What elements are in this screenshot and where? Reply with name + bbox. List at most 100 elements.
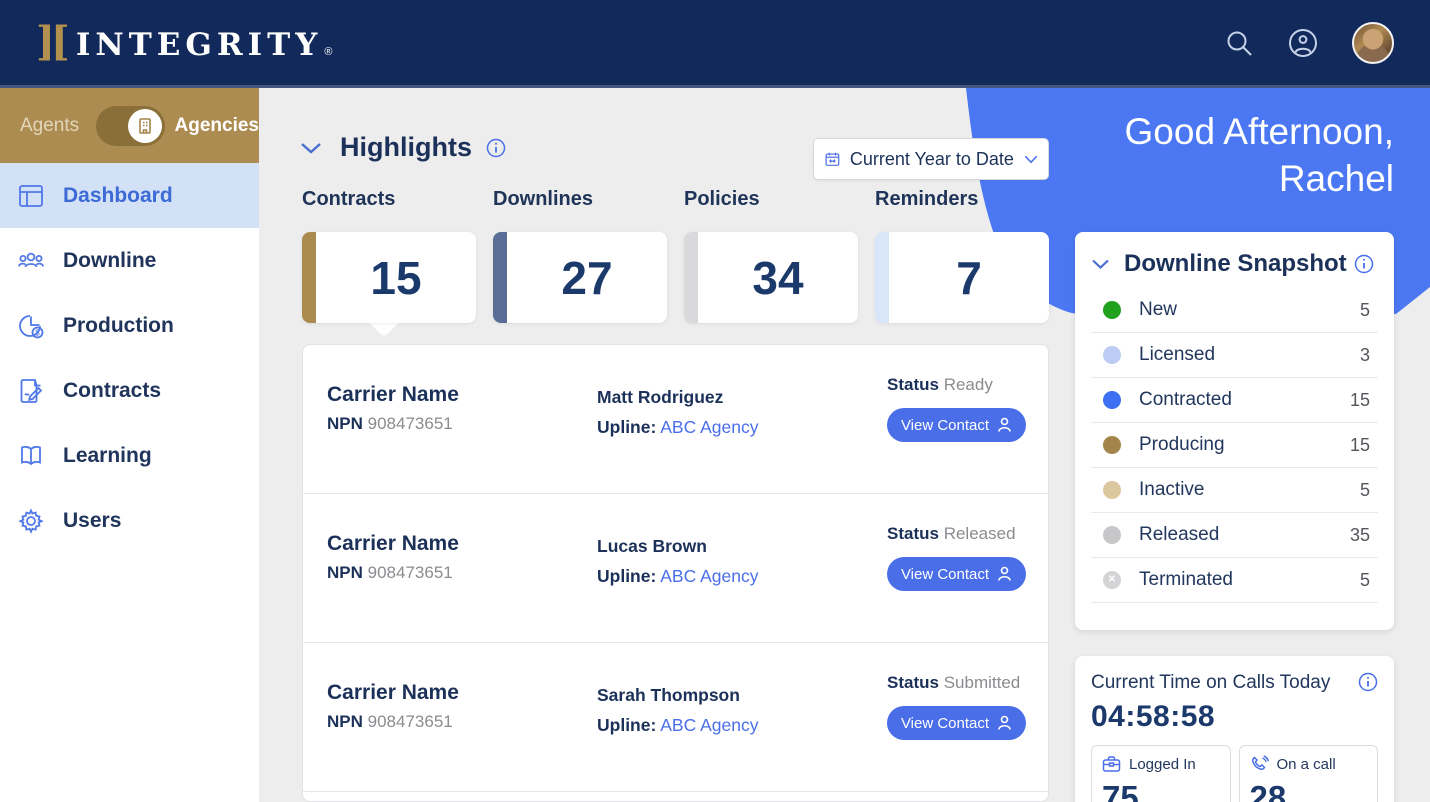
snapshot-value: 3 (1360, 345, 1370, 366)
highlights-info-icon[interactable] (486, 138, 506, 158)
status-label: Status (887, 673, 939, 692)
sidebar-item-dashboard[interactable]: Dashboard (0, 163, 259, 228)
stat-value: 15 (316, 251, 476, 305)
agents-agencies-toggle[interactable] (96, 106, 164, 146)
stat-accent-bar (302, 232, 316, 323)
production-icon: $ (16, 311, 46, 341)
sidebar-item-label: Dashboard (63, 184, 173, 208)
sidebar-item-label: Learning (63, 444, 152, 468)
search-icon[interactable] (1224, 28, 1254, 58)
downline-icon (16, 246, 46, 276)
status-dot (1103, 301, 1121, 319)
snapshot-value: 15 (1350, 390, 1370, 411)
stat-card-reminders[interactable]: 7 (875, 232, 1049, 323)
toggle-label-agents[interactable]: Agents (20, 115, 79, 137)
toggle-label-agencies[interactable]: Agencies (175, 115, 259, 137)
snapshot-row-released[interactable]: Released 35 (1091, 513, 1378, 558)
agent-name: Matt Rodriguez (597, 387, 758, 408)
snapshot-row-producing[interactable]: Producing 15 (1091, 423, 1378, 468)
stat-label-reminders: Reminders (875, 188, 978, 211)
stat-value: 34 (698, 251, 858, 305)
upline-link[interactable]: ABC Agency (660, 566, 758, 586)
snapshot-value: 15 (1350, 435, 1370, 456)
phone-call-icon (1250, 755, 1269, 773)
snapshot-row-terminated[interactable]: ✕ Terminated 5 (1091, 558, 1378, 603)
stat-accent-bar (875, 232, 889, 323)
stat-card-contracts[interactable]: 15 (302, 232, 476, 323)
stat-label-downlines: Downlines (493, 188, 593, 211)
sidebar-item-label: Users (63, 509, 121, 533)
sidebar-item-downline[interactable]: Downline (0, 228, 259, 293)
carrier-name: Carrier Name (327, 532, 459, 556)
npn-label: NPN (327, 563, 363, 582)
snapshot-label: Released (1139, 524, 1219, 546)
view-contact-label: View Contact (901, 417, 989, 434)
entity-toggle-band: Agents Agencies (0, 88, 259, 163)
time-on-calls-info-icon[interactable] (1358, 672, 1378, 692)
user-avatar[interactable] (1352, 22, 1394, 64)
snapshot-row-contracted[interactable]: Contracted 15 (1091, 378, 1378, 423)
status-dot-x: ✕ (1103, 571, 1121, 589)
stat-value: 27 (507, 251, 667, 305)
sidebar-item-learning[interactable]: Learning (0, 423, 259, 488)
sidebar-item-contracts[interactable]: Contracts (0, 358, 259, 423)
time-on-calls-title: Current Time on Calls Today (1091, 672, 1330, 694)
stat-card-policies[interactable]: 34 (684, 232, 858, 323)
brand-logo: ][ INTEGRITY ® (36, 22, 332, 63)
person-icon (997, 566, 1012, 582)
snapshot-value: 5 (1360, 480, 1370, 501)
view-contact-button[interactable]: View Contact (887, 557, 1026, 591)
view-contact-button[interactable]: View Contact (887, 408, 1026, 442)
snapshot-label: Inactive (1139, 479, 1204, 501)
snapshot-label: Terminated (1139, 569, 1233, 591)
status-dot (1103, 436, 1121, 454)
npn-label: NPN (327, 414, 363, 433)
snapshot-collapse-chevron[interactable] (1091, 258, 1110, 270)
stat-label-contracts: Contracts (302, 188, 395, 211)
account-icon[interactable] (1288, 28, 1318, 58)
learning-icon (16, 441, 46, 471)
sidebar-item-label: Contracts (63, 379, 161, 403)
briefcase-icon (1102, 755, 1121, 773)
app-screen: Good Afternoon, Rachel ][ INTEGRITY ® (0, 0, 1430, 802)
stat-label-policies: Policies (684, 188, 760, 211)
logged-in-label: Logged In (1129, 756, 1196, 773)
upline-link[interactable]: ABC Agency (660, 417, 758, 437)
npn-value: 908473651 (368, 712, 453, 731)
snapshot-value: 5 (1360, 570, 1370, 591)
sidebar-nav: Dashboard Downline $ Production Contrac (0, 163, 259, 802)
sidebar-item-production[interactable]: $ Production (0, 293, 259, 358)
snapshot-row-new[interactable]: New 5 (1091, 288, 1378, 333)
snapshot-value: 5 (1360, 300, 1370, 321)
contract-row: Carrier Name NPN 908473651 Matt Rodrigue… (303, 345, 1048, 494)
contract-row-partial (303, 792, 1048, 802)
snapshot-info-icon[interactable] (1354, 254, 1374, 274)
time-on-calls-card: Current Time on Calls Today 04:58:58 Log… (1075, 656, 1394, 802)
upline-link[interactable]: ABC Agency (660, 715, 758, 735)
agent-name: Sarah Thompson (597, 685, 758, 706)
downline-snapshot-card: Downline Snapshot New 5 Licensed 3 Contr… (1075, 232, 1394, 630)
sidebar-item-users[interactable]: Users (0, 488, 259, 553)
status-dot (1103, 526, 1121, 544)
view-contact-label: View Contact (901, 715, 989, 732)
highlights-collapse-chevron[interactable] (300, 141, 322, 155)
view-contact-button[interactable]: View Contact (887, 706, 1026, 740)
contracts-icon (16, 376, 46, 406)
status-value: Released (944, 524, 1016, 543)
logged-in-value: 75 (1102, 779, 1220, 802)
snapshot-row-licensed[interactable]: Licensed 3 (1091, 333, 1378, 378)
stat-card-downlines[interactable]: 27 (493, 232, 667, 323)
brand-mark-icon: ][ (36, 22, 66, 62)
toggle-knob[interactable] (128, 109, 162, 143)
carrier-name: Carrier Name (327, 681, 459, 705)
snapshot-label: Contracted (1139, 389, 1232, 411)
registered-mark: ® (324, 46, 332, 58)
upline-label: Upline: (597, 715, 656, 735)
stat-accent-bar (493, 232, 507, 323)
contract-row: Carrier Name NPN 908473651 Lucas Brown U… (303, 494, 1048, 643)
person-icon (997, 417, 1012, 433)
date-range-dropdown[interactable]: Current Year to Date (813, 138, 1049, 180)
snapshot-row-inactive[interactable]: Inactive 5 (1091, 468, 1378, 513)
status-dot (1103, 481, 1121, 499)
contract-row: Carrier Name NPN 908473651 Sarah Thompso… (303, 643, 1048, 792)
